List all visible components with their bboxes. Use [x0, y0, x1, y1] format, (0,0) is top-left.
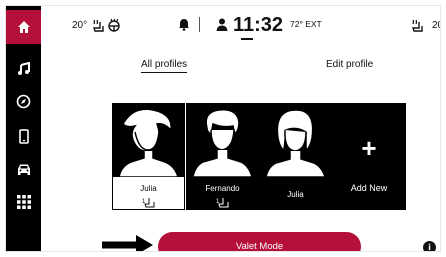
navigation-icon: [16, 94, 31, 108]
valet-mode-button[interactable]: Valet Mode: [158, 232, 361, 251]
add-new-profile-button[interactable]: + Add New: [332, 103, 406, 210]
exterior-temp: 72° EXT: [290, 19, 322, 29]
driver-temp[interactable]: 20°: [72, 20, 87, 31]
clock: 11:32: [233, 14, 284, 36]
bell-icon[interactable]: [178, 18, 190, 36]
status-divider: [199, 17, 200, 32]
avatar: [187, 104, 258, 177]
vehicle-icon: [17, 164, 30, 175]
arrow-right-icon: [102, 235, 153, 251]
music-icon: [17, 62, 30, 75]
avatar: [260, 104, 331, 177]
user-profile-icon[interactable]: [216, 18, 228, 36]
profile-tabs: All profiles Edit profile: [41, 56, 440, 78]
phone-icon: [18, 128, 29, 144]
sidebar-item-music[interactable]: [6, 52, 41, 86]
tab-edit-profile[interactable]: Edit profile: [326, 59, 373, 70]
sidebar: [6, 6, 41, 251]
passenger-heated-seat-icon[interactable]: [410, 18, 424, 37]
profile-name: Fernando: [205, 184, 240, 193]
seat-position-icon: 1: [187, 195, 258, 213]
info-icon[interactable]: i: [423, 241, 436, 251]
apps-grid-icon: [16, 195, 31, 209]
heated-wheel-icon[interactable]: [107, 18, 121, 37]
profile-card-fernando[interactable]: Fernando 1: [186, 103, 259, 210]
sidebar-item-vehicle[interactable]: [6, 152, 41, 186]
heated-seat-icon[interactable]: [91, 18, 105, 37]
clock-underline: [241, 38, 253, 40]
profile-card-julia[interactable]: Julia 1: [112, 103, 185, 210]
passenger-temp[interactable]: 20°: [432, 20, 440, 31]
sidebar-item-apps[interactable]: [6, 185, 41, 219]
profile-name: Julia: [287, 190, 304, 199]
sidebar-item-phone[interactable]: [6, 119, 41, 153]
sidebar-item-navigation[interactable]: [6, 84, 41, 118]
profile-name: Julia: [140, 184, 157, 193]
status-bar: 20° 11:32 72° EXT 20°: [54, 14, 440, 40]
profile-card-julia-2[interactable]: Julia: [259, 103, 332, 210]
add-new-label: Add New: [350, 183, 388, 193]
tab-all-profiles[interactable]: All profiles: [141, 59, 188, 73]
seat-position-icon: 1: [113, 195, 184, 213]
infotainment-screen: 20° 11:32 72° EXT 20° All profiles Edit …: [5, 5, 441, 252]
home-icon: [17, 21, 30, 33]
avatar: [113, 104, 184, 177]
plus-icon: +: [361, 133, 377, 163]
sidebar-item-home[interactable]: [6, 10, 41, 44]
